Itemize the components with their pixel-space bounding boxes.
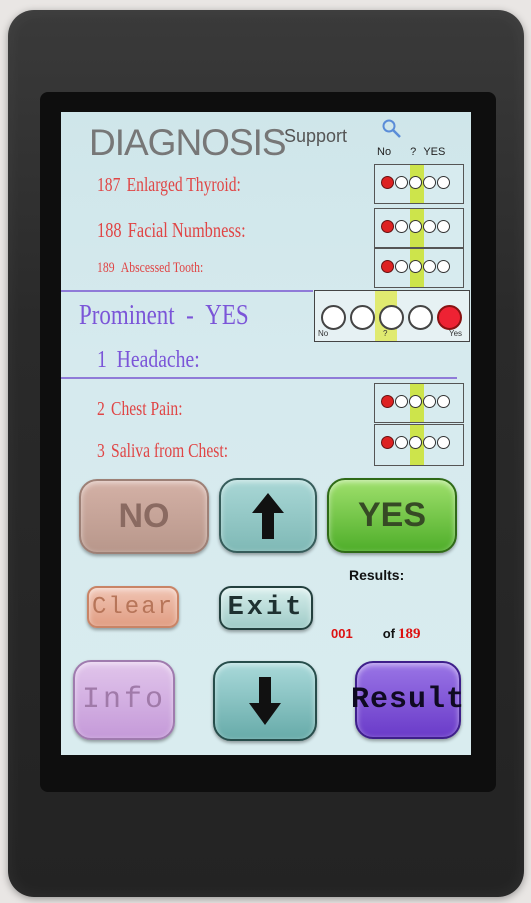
- down-button[interactable]: [213, 661, 317, 741]
- answer-dot: [437, 220, 450, 233]
- prominent-status: Prominent - YES: [79, 300, 249, 332]
- divider: [61, 377, 457, 379]
- answer-dot: [409, 436, 422, 449]
- prominent-value: YES: [205, 300, 249, 331]
- prominent-dash: -: [186, 300, 194, 331]
- list-item: 189 Abscessed Tooth:: [97, 260, 203, 277]
- scale-yes-label: Yes: [449, 329, 463, 338]
- list-item: 2 Chest Pain:: [97, 398, 183, 421]
- answer-dot: [395, 436, 408, 449]
- result-button[interactable]: Result: [351, 661, 464, 739]
- answer-dot: [395, 176, 408, 189]
- scale-no-label: No: [318, 329, 329, 338]
- item-number: 2: [97, 398, 105, 420]
- answer-dot: [437, 176, 450, 189]
- answer-dot: [381, 436, 394, 449]
- item-number: 189: [97, 260, 115, 276]
- answer-scale[interactable]: [374, 383, 464, 423]
- answer-dot: [409, 260, 422, 273]
- clear-button[interactable]: Clear: [87, 586, 179, 628]
- current-question: 1 Headache:: [97, 347, 200, 374]
- app-title: DIAGNOSIS: [89, 122, 287, 163]
- item-number: 3: [97, 440, 105, 462]
- answer-dot: [381, 260, 394, 273]
- answer-scale[interactable]: [374, 208, 464, 248]
- item-label: Facial Numbness:: [127, 218, 246, 242]
- list-item: 187 Enlarged Thyroid:: [97, 174, 241, 197]
- answer-dot: [437, 395, 450, 408]
- answer-dot: [423, 176, 436, 189]
- answer-dot: [437, 260, 450, 273]
- answer-dot: [381, 176, 394, 189]
- answer-dot: [423, 220, 436, 233]
- answer-dot: [423, 260, 436, 273]
- answer-dot: [409, 220, 422, 233]
- answer-dot: [423, 395, 436, 408]
- scale-no-label: No: [377, 146, 392, 158]
- answer-dot: [395, 220, 408, 233]
- list-item: 3 Saliva from Chest:: [97, 440, 228, 463]
- answer-dot: [423, 436, 436, 449]
- answer-dot: [395, 395, 408, 408]
- answer-scale[interactable]: [374, 248, 464, 288]
- exit-button[interactable]: Exit: [219, 586, 313, 630]
- scale-unsure-label: ?: [410, 146, 417, 158]
- results-counter: 001 of 189: [331, 626, 420, 643]
- answer-dot[interactable]: [321, 305, 346, 330]
- up-button[interactable]: [219, 478, 317, 553]
- results-current: 001: [331, 626, 353, 641]
- scale-yes-label: YES: [423, 146, 446, 158]
- answer-dot[interactable]: [379, 305, 404, 330]
- item-label: Headache:: [116, 347, 200, 373]
- answer-dot[interactable]: [408, 305, 433, 330]
- scale-unsure-label: ?: [383, 329, 388, 338]
- answer-scale[interactable]: [374, 424, 464, 466]
- item-label: Enlarged Thyroid:: [126, 174, 241, 196]
- answer-dot[interactable]: [350, 305, 375, 330]
- arrow-down-icon: [249, 677, 281, 725]
- magnifier-icon[interactable]: [381, 118, 403, 140]
- results-total: 189: [397, 626, 421, 642]
- app-subtitle: Support: [284, 126, 348, 146]
- answer-dot: [381, 220, 394, 233]
- list-item: 188 Facial Numbness:: [97, 218, 246, 243]
- answer-dot: [409, 395, 422, 408]
- item-number: 1: [97, 347, 107, 373]
- answer-dot: [437, 436, 450, 449]
- prominent-label: Prominent: [79, 300, 175, 331]
- item-number: 187: [97, 174, 121, 196]
- answer-dot: [395, 260, 408, 273]
- item-label: Saliva from Chest:: [111, 440, 229, 462]
- no-button[interactable]: NO: [79, 479, 209, 554]
- results-label: Results:: [349, 567, 405, 583]
- info-button[interactable]: Info: [73, 660, 175, 740]
- answer-dot: [409, 176, 422, 189]
- item-label: Chest Pain:: [111, 398, 183, 420]
- answer-dot-selected[interactable]: [437, 305, 462, 330]
- item-label: Abscessed Tooth:: [120, 260, 204, 276]
- touch-screen: DIAGNOSIS Support No ? YES 187 Enlarged T…: [61, 112, 471, 755]
- scale-header: No ? YES: [377, 146, 445, 158]
- answer-dot: [381, 395, 394, 408]
- yes-button[interactable]: YES: [327, 478, 457, 553]
- arrow-up-icon: [252, 492, 284, 539]
- results-of: of: [382, 626, 395, 641]
- current-answer-scale[interactable]: No ? Yes: [314, 290, 470, 342]
- answer-scale[interactable]: [374, 164, 464, 204]
- item-number: 188: [97, 218, 122, 242]
